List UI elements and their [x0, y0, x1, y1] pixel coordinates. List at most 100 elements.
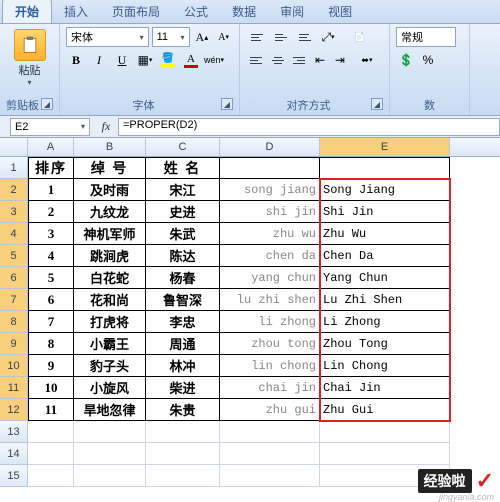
- cell[interactable]: [28, 421, 74, 443]
- col-header-C[interactable]: C: [146, 138, 220, 156]
- cell[interactable]: 绰 号: [74, 157, 146, 179]
- row-header[interactable]: 15: [0, 465, 28, 487]
- col-header-D[interactable]: D: [220, 138, 320, 156]
- cell[interactable]: [220, 465, 320, 487]
- cell[interactable]: [320, 443, 450, 465]
- cell[interactable]: [28, 443, 74, 465]
- cell[interactable]: Chen Da: [320, 245, 450, 267]
- font-color-button[interactable]: A: [181, 50, 201, 70]
- cell[interactable]: 小旋风: [74, 377, 146, 399]
- cell[interactable]: [220, 157, 320, 179]
- currency-button[interactable]: 💲: [396, 50, 416, 70]
- cell[interactable]: 花和尚: [74, 289, 146, 311]
- cell[interactable]: lin chong: [220, 355, 320, 377]
- cell[interactable]: zhu gui: [220, 399, 320, 421]
- cell[interactable]: 8: [28, 333, 74, 355]
- tab-data[interactable]: 数据: [220, 0, 268, 23]
- cell[interactable]: 史进: [146, 201, 220, 223]
- cell[interactable]: zhou tong: [220, 333, 320, 355]
- cell[interactable]: [220, 421, 320, 443]
- select-all-corner[interactable]: [0, 138, 28, 156]
- name-box[interactable]: E2▾: [10, 118, 90, 136]
- row-header[interactable]: 5: [0, 245, 28, 267]
- cell[interactable]: 杨春: [146, 267, 220, 289]
- cell[interactable]: [74, 465, 146, 487]
- cell[interactable]: 朱武: [146, 223, 220, 245]
- orientation-button[interactable]: ⤢▾: [318, 27, 338, 47]
- italic-button[interactable]: I: [89, 50, 109, 70]
- row-header[interactable]: 6: [0, 267, 28, 289]
- cell[interactable]: [146, 465, 220, 487]
- tab-insert[interactable]: 插入: [52, 0, 100, 23]
- merge-button[interactable]: ⬌▾: [351, 50, 383, 70]
- font-launcher-icon[interactable]: ◢: [221, 98, 233, 110]
- cell[interactable]: 4: [28, 245, 74, 267]
- underline-button[interactable]: U: [112, 50, 132, 70]
- font-size-combo[interactable]: 11▾: [152, 27, 190, 47]
- cell[interactable]: Song Jiang: [320, 179, 450, 201]
- row-header[interactable]: 4: [0, 223, 28, 245]
- cell[interactable]: 3: [28, 223, 74, 245]
- col-header-B[interactable]: B: [74, 138, 146, 156]
- paste-button[interactable]: 粘贴 ▾: [6, 27, 53, 89]
- cell[interactable]: [74, 443, 146, 465]
- row-header[interactable]: 8: [0, 311, 28, 333]
- phonetic-button[interactable]: wén▾: [204, 50, 224, 70]
- tab-review[interactable]: 审阅: [268, 0, 316, 23]
- font-name-combo[interactable]: 宋体▾: [66, 27, 149, 47]
- cell[interactable]: 姓 名: [146, 157, 220, 179]
- cell[interactable]: Chai Jin: [320, 377, 450, 399]
- cell[interactable]: 2: [28, 201, 74, 223]
- cell[interactable]: 神机军师: [74, 223, 146, 245]
- bold-button[interactable]: B: [66, 50, 86, 70]
- row-header[interactable]: 1: [0, 157, 28, 179]
- cell[interactable]: 6: [28, 289, 74, 311]
- cell[interactable]: shi jin: [220, 201, 320, 223]
- wrap-text-button[interactable]: 📄: [340, 27, 380, 47]
- col-header-A[interactable]: A: [28, 138, 74, 156]
- tab-formula[interactable]: 公式: [172, 0, 220, 23]
- cell[interactable]: [320, 157, 450, 179]
- indent-decrease-button[interactable]: ⇤: [311, 50, 329, 70]
- formula-input[interactable]: =PROPER(D2): [118, 118, 500, 136]
- cell[interactable]: 陈达: [146, 245, 220, 267]
- spreadsheet[interactable]: A B C D E 1排序绰 号姓 名21及时雨宋江song jiangSong…: [0, 138, 500, 487]
- row-header[interactable]: 2: [0, 179, 28, 201]
- cell[interactable]: 九纹龙: [74, 201, 146, 223]
- fill-color-button[interactable]: 🪣: [158, 50, 178, 70]
- align-launcher-icon[interactable]: ◢: [371, 98, 383, 110]
- cell[interactable]: chen da: [220, 245, 320, 267]
- cell[interactable]: Li Zhong: [320, 311, 450, 333]
- cell[interactable]: 1: [28, 179, 74, 201]
- align-right-button[interactable]: [289, 50, 309, 70]
- row-header[interactable]: 7: [0, 289, 28, 311]
- cell[interactable]: Zhu Wu: [320, 223, 450, 245]
- align-middle-button[interactable]: [270, 27, 292, 47]
- cell[interactable]: 李忠: [146, 311, 220, 333]
- tab-home[interactable]: 开始: [2, 0, 52, 23]
- cell[interactable]: [74, 421, 146, 443]
- row-header[interactable]: 11: [0, 377, 28, 399]
- cell[interactable]: 白花蛇: [74, 267, 146, 289]
- cell[interactable]: lu zhi shen: [220, 289, 320, 311]
- cell[interactable]: 排序: [28, 157, 74, 179]
- cell[interactable]: 豹子头: [74, 355, 146, 377]
- row-header[interactable]: 12: [0, 399, 28, 421]
- cell[interactable]: 周通: [146, 333, 220, 355]
- row-header[interactable]: 9: [0, 333, 28, 355]
- row-header[interactable]: 10: [0, 355, 28, 377]
- tab-layout[interactable]: 页面布局: [100, 0, 172, 23]
- border-button[interactable]: ▦▾: [135, 50, 155, 70]
- cell[interactable]: Zhu Gui: [320, 399, 450, 421]
- cell[interactable]: 朱贵: [146, 399, 220, 421]
- grow-font-button[interactable]: A▴: [193, 27, 212, 47]
- cell[interactable]: 9: [28, 355, 74, 377]
- cell[interactable]: Lin Chong: [320, 355, 450, 377]
- cell[interactable]: 7: [28, 311, 74, 333]
- cell[interactable]: [28, 465, 74, 487]
- row-header[interactable]: 14: [0, 443, 28, 465]
- cell[interactable]: 10: [28, 377, 74, 399]
- cell[interactable]: yang chun: [220, 267, 320, 289]
- row-header[interactable]: 3: [0, 201, 28, 223]
- cell[interactable]: 宋江: [146, 179, 220, 201]
